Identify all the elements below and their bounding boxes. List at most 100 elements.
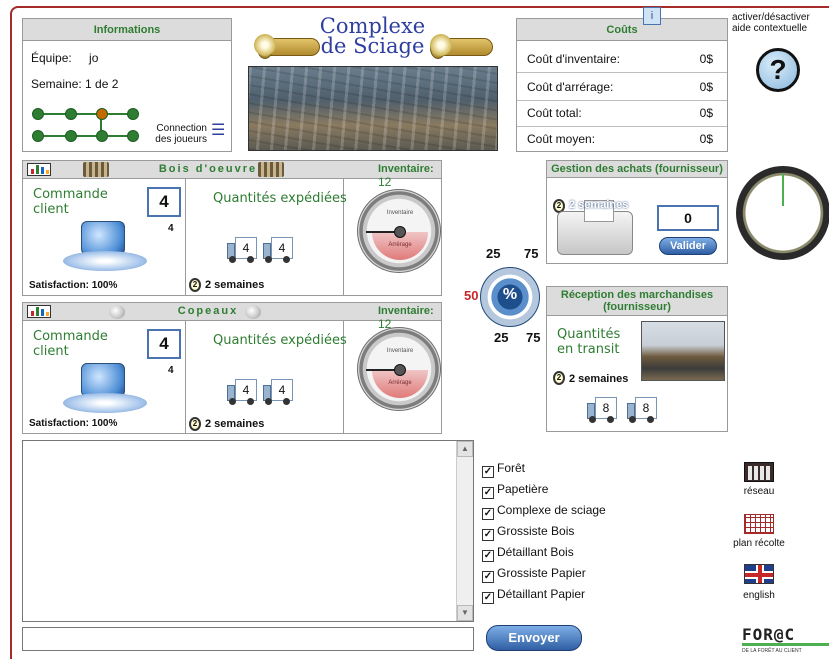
log-truck-photo	[641, 321, 725, 381]
recipient-label: Forêt	[497, 461, 526, 475]
language-label[interactable]: english	[714, 590, 804, 601]
cost-value: 0$	[699, 80, 713, 94]
send-button[interactable]: Envoyer	[486, 625, 582, 651]
players-connection-link[interactable]: Connection des joueurs	[143, 123, 207, 145]
network-label[interactable]: réseau	[714, 486, 804, 497]
bar-chart-icon[interactable]	[27, 305, 51, 318]
logo-underline	[742, 643, 829, 646]
shipped-title: Quantités expédiées	[213, 191, 347, 206]
harvest-plan-icon[interactable]	[744, 514, 774, 534]
recipient-label: Complexe de sciage	[497, 503, 606, 517]
dial-label-top-right: 75	[524, 246, 539, 261]
truck-icon: 4	[227, 237, 257, 263]
receiving-panel: Réception des marchandises (fournisseur)…	[546, 286, 728, 432]
shipping-delay: 2 semaines	[205, 418, 265, 430]
recipient-label: Détaillant Papier	[497, 587, 586, 601]
checkbox-icon[interactable]: ✓	[482, 550, 494, 562]
checkbox-icon[interactable]: ✓	[482, 571, 494, 583]
shipped-title: Quantités expédiées	[213, 333, 347, 348]
info-icon[interactable]: i	[643, 7, 661, 25]
order-backlog: 4	[168, 365, 174, 376]
sawmill-photo	[248, 66, 498, 151]
recipient-checkbox[interactable]: ✓ Complexe de sciage	[482, 503, 606, 520]
inventory-gauge: Inventaire Arrérage	[357, 189, 441, 273]
inventory-label: Inventaire: 12	[378, 305, 441, 331]
purchasing-panel: Gestion des achats (fournisseur) 2 2 sem…	[546, 160, 728, 264]
info-title: Informations	[23, 19, 231, 41]
wood-chips-icon	[109, 305, 125, 319]
supplier-order-input[interactable]: 0	[657, 205, 719, 231]
recipient-checkbox[interactable]: ✓ Forêt	[482, 461, 525, 478]
gauge-label-top: Inventaire	[386, 210, 414, 216]
lumber-icon	[83, 162, 109, 177]
satisfaction-text: Satisfaction: 100%	[29, 418, 118, 429]
inventory-label-text: Inventaire:	[378, 305, 434, 317]
shipping-delay: 2 semaines	[205, 279, 265, 291]
truck-quantity: 8	[595, 397, 617, 419]
timer-icon: 2	[189, 417, 201, 431]
purchasing-title: Gestion des achats (fournisseur)	[547, 161, 727, 178]
transit-title: Quantités en transit	[557, 327, 621, 357]
lumber-icon	[258, 162, 284, 177]
saw-blade-icon-left	[254, 34, 276, 56]
recipient-checkbox[interactable]: ✓ Grossiste Bois	[482, 524, 574, 541]
cost-value: 0$	[699, 106, 713, 120]
truck-quantity: 4	[271, 379, 293, 401]
cost-label: Coût d'inventaire:	[527, 52, 621, 66]
truck-icon: 4	[227, 379, 257, 405]
truck-icon: 4	[263, 379, 293, 405]
truck-icon: 8	[627, 397, 657, 423]
scroll-up-icon[interactable]: ▲	[457, 441, 473, 457]
computer-icon	[63, 363, 147, 413]
bar-chart-icon[interactable]	[27, 163, 51, 176]
team-label: Équipe:	[31, 51, 72, 65]
order-backlog: 4	[168, 223, 174, 234]
cost-value: 0$	[699, 52, 713, 66]
inventory-label-text: Inventaire:	[378, 163, 434, 175]
recipient-checkbox[interactable]: ✓ Détaillant Papier	[482, 587, 585, 604]
recipient-checkbox[interactable]: ✓ Papetière	[482, 482, 548, 499]
transit-delay: 2 semaines	[569, 373, 629, 385]
help-toggle-button[interactable]: ?	[756, 48, 800, 92]
uk-flag-icon[interactable]	[744, 564, 774, 584]
cost-row: Coût total: 0$	[517, 99, 727, 127]
checkbox-icon[interactable]: ✓	[482, 529, 494, 541]
checkbox-icon[interactable]: ✓	[482, 466, 494, 478]
percentage-dial[interactable]: %	[480, 267, 540, 327]
menu-icon[interactable]: ☰	[211, 123, 225, 139]
order-title: Commande client	[33, 329, 108, 359]
cost-value: 0$	[699, 132, 713, 146]
timer-icon: 2	[189, 278, 201, 292]
receiving-title: Réception des marchandises (fournisseur)	[547, 287, 727, 316]
info-panel: Informations Équipe: jo Semaine: 1 de 2 …	[22, 18, 232, 152]
harvest-plan-label[interactable]: plan récolte	[714, 538, 804, 549]
network-icon[interactable]	[744, 462, 774, 482]
scroll-down-icon[interactable]: ▼	[457, 605, 473, 621]
inventory-label: Inventaire: 12	[378, 163, 441, 189]
cost-label: Coût d'arrérage:	[527, 80, 614, 94]
chat-input[interactable]	[22, 627, 474, 651]
timer-icon: 2	[553, 371, 565, 385]
checkbox-icon[interactable]: ✓	[482, 592, 494, 604]
dial-label-bottom-left: 25	[494, 330, 509, 345]
truck-icon: 4	[263, 237, 293, 263]
recipient-checkbox[interactable]: ✓ Détaillant Bois	[482, 545, 574, 562]
dial-label-bottom-right: 75	[526, 330, 541, 345]
truck-quantity: 4	[235, 379, 257, 401]
checkbox-icon[interactable]: ✓	[482, 508, 494, 520]
validate-button[interactable]: Valider	[659, 237, 717, 255]
inventory-gauge: Inventaire Arrérage	[357, 327, 441, 411]
gauge-label-bottom: Arrérage	[388, 380, 412, 386]
app-title: Complexe de Sciage	[319, 14, 426, 58]
chat-log[interactable]: ▲ ▼	[22, 440, 474, 622]
cost-label: Coût total:	[527, 106, 582, 120]
satisfaction-text: Satisfaction: 100%	[29, 280, 118, 291]
checkbox-icon[interactable]: ✓	[482, 487, 494, 499]
recipient-checkbox[interactable]: ✓ Grossiste Papier	[482, 566, 586, 583]
chat-scrollbar[interactable]: ▲ ▼	[456, 441, 473, 621]
recipient-label: Grossiste Bois	[497, 524, 575, 538]
recipient-label: Papetière	[497, 482, 549, 496]
costs-title: Coûts	[517, 19, 727, 41]
week-row: Semaine: 1 de 2	[31, 77, 118, 91]
week-clock	[736, 166, 829, 260]
